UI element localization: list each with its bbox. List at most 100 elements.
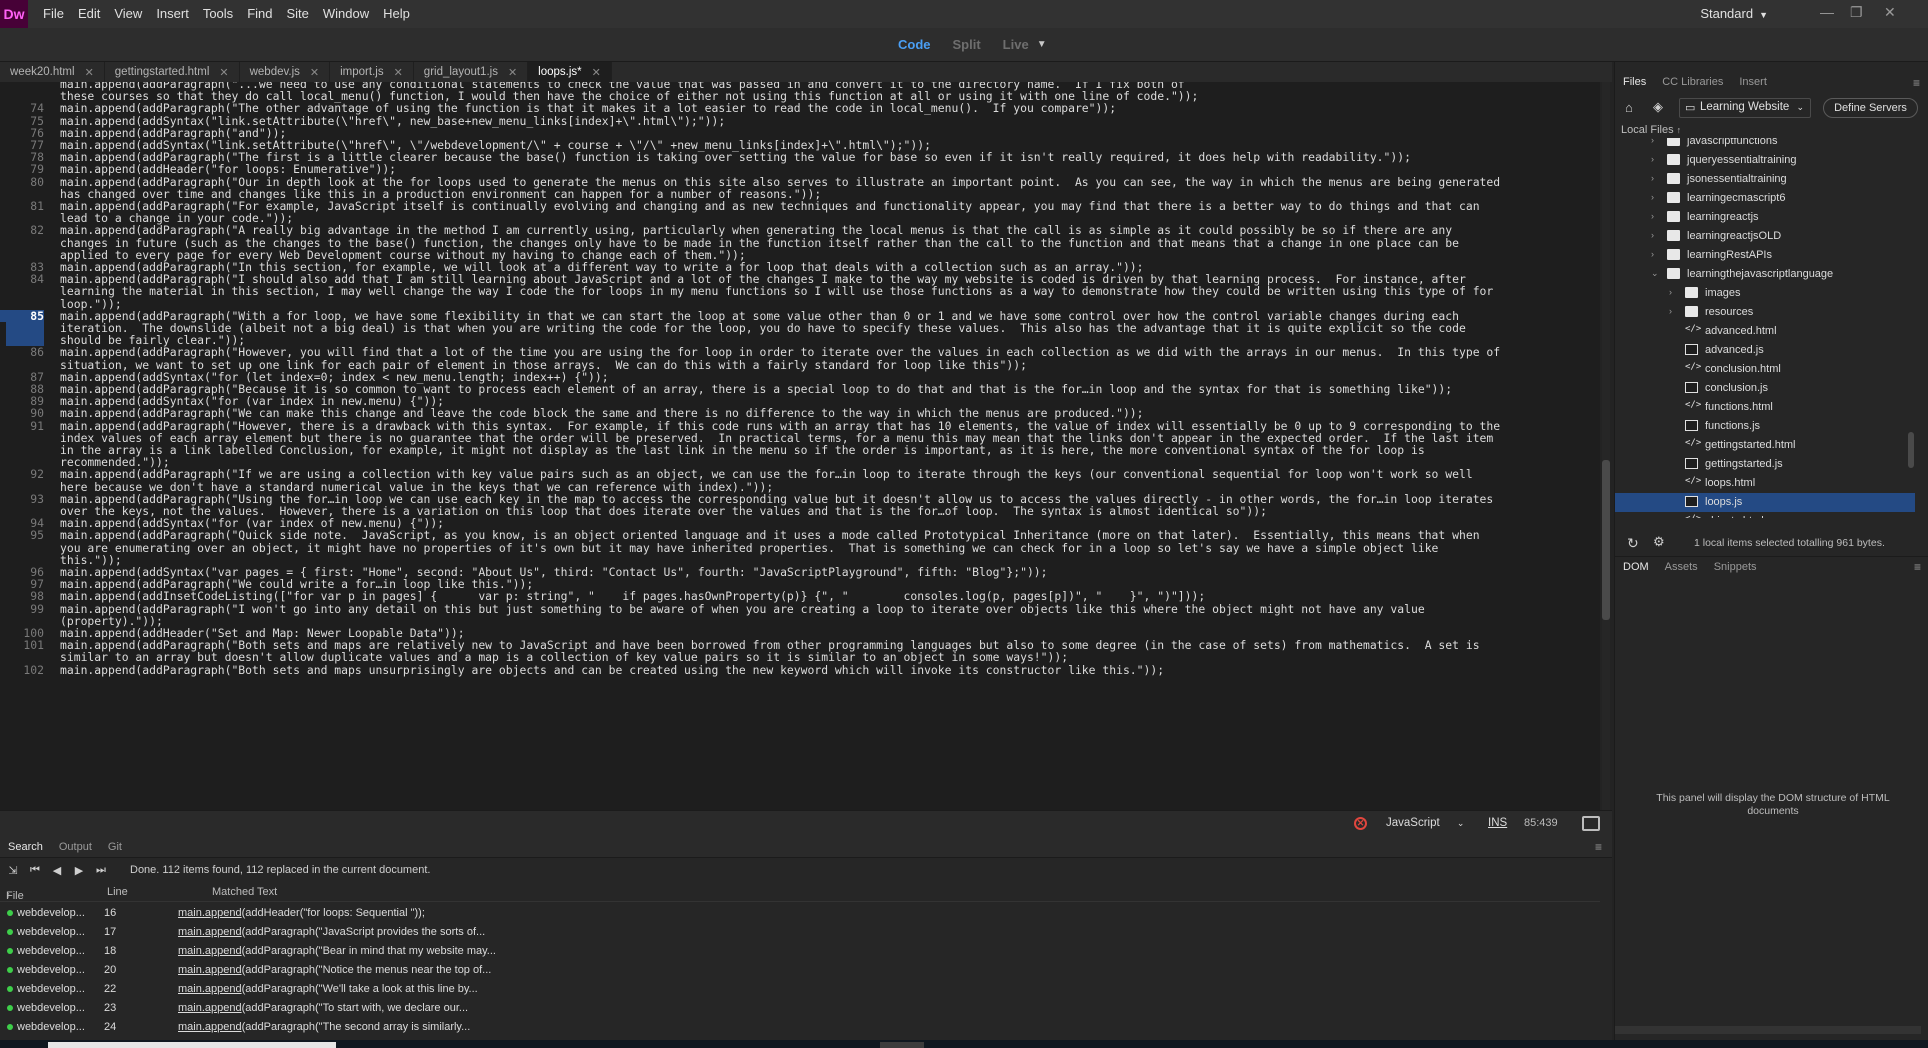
refresh-icon[interactable]: ↻ xyxy=(1627,535,1639,552)
tab-cc-libraries[interactable]: CC Libraries xyxy=(1654,76,1731,88)
tree-item[interactable]: functions.js xyxy=(1615,417,1915,436)
close-tab-icon[interactable]: ✕ xyxy=(508,66,517,79)
chevron-right-icon[interactable]: › xyxy=(1669,287,1672,297)
tree-item[interactable]: › javascriptfunctions xyxy=(1615,138,1915,151)
panel-scrollbar[interactable] xyxy=(1615,1026,1921,1034)
last-result-icon[interactable]: ⏭ xyxy=(92,864,110,877)
tab-snippets[interactable]: Snippets xyxy=(1706,561,1765,573)
prev-result-icon[interactable]: ◀ xyxy=(48,864,66,877)
find-replace-icon[interactable]: ⇲ xyxy=(4,864,22,877)
search-result-row[interactable]: webdevelop... 23 main.append(addParagraph(… xyxy=(0,999,1600,1018)
chevron-down-icon[interactable]: ⌄ xyxy=(1651,268,1659,279)
search-result-row[interactable]: webdevelop... 22 main.append(addParagraph(… xyxy=(0,980,1600,999)
close-tab-icon[interactable]: ✕ xyxy=(592,66,601,79)
tab-output[interactable]: Output xyxy=(51,841,100,853)
search-result-row[interactable]: webdevelop... 20 main.append(addParagraph(… xyxy=(0,961,1600,980)
panel-menu-icon[interactable]: ≡ xyxy=(1595,840,1602,854)
tree-item[interactable]: </> advanced.html xyxy=(1615,322,1915,341)
insert-mode[interactable]: INS xyxy=(1488,817,1507,829)
define-servers-button[interactable]: Define Servers xyxy=(1823,98,1918,118)
tree-item[interactable]: › learningreactjs xyxy=(1615,208,1915,227)
tree-item[interactable]: loops.js xyxy=(1615,493,1915,512)
editor-scroll-thumb[interactable] xyxy=(1602,460,1610,620)
document-tab[interactable]: import.js ✕ xyxy=(330,62,414,82)
restore-icon[interactable]: ❐ xyxy=(1850,4,1863,21)
panel-menu-icon[interactable]: ≡ xyxy=(1914,560,1921,574)
tree-item[interactable]: conclusion.js xyxy=(1615,379,1915,398)
chevron-right-icon[interactable]: › xyxy=(1651,211,1654,221)
tab-dom[interactable]: DOM xyxy=(1615,561,1657,573)
tab-git[interactable]: Git xyxy=(100,841,130,853)
error-icon[interactable]: ✕ xyxy=(1354,817,1367,830)
close-tab-icon[interactable]: ✕ xyxy=(310,66,319,79)
tree-item[interactable]: </> objects.html xyxy=(1615,512,1915,518)
menu-window[interactable]: Window xyxy=(316,0,376,28)
chevron-right-icon[interactable]: › xyxy=(1669,306,1672,316)
close-tab-icon[interactable]: ✕ xyxy=(219,66,228,79)
chevron-right-icon[interactable]: › xyxy=(1651,249,1654,259)
document-tab[interactable]: webdev.js ✕ xyxy=(240,62,331,82)
workspace-switcher[interactable]: Standard ▼ xyxy=(1700,6,1768,21)
editor-scrollbar[interactable] xyxy=(1602,82,1610,810)
chevron-right-icon[interactable]: › xyxy=(1651,192,1654,202)
search-result-row[interactable]: webdevelop... 24 main.append(addParagraph(… xyxy=(0,1018,1600,1037)
tree-item[interactable]: › learningRestAPIs xyxy=(1615,246,1915,265)
close-tab-icon[interactable]: ✕ xyxy=(85,66,94,79)
tree-item[interactable]: › images xyxy=(1615,284,1915,303)
matched-column-header[interactable]: Matched Text xyxy=(212,886,277,898)
menu-help[interactable]: Help xyxy=(376,0,417,28)
document-tab[interactable]: grid_layout1.js ✕ xyxy=(414,62,529,82)
taskbar-item[interactable] xyxy=(880,1042,924,1048)
tab-search[interactable]: Search xyxy=(0,841,51,853)
tree-item[interactable]: </> loops.html xyxy=(1615,474,1915,493)
tab-assets[interactable]: Assets xyxy=(1657,561,1706,573)
chevron-right-icon[interactable]: › xyxy=(1651,173,1654,183)
live-view-button[interactable]: Live xyxy=(1003,37,1029,52)
close-icon[interactable]: ✕ xyxy=(1884,4,1896,21)
tree-item[interactable]: › learningecmascript6 xyxy=(1615,189,1915,208)
local-files-header[interactable]: Local Files ↑ xyxy=(1621,124,1681,136)
tree-item[interactable]: advanced.js xyxy=(1615,341,1915,360)
settings-icon[interactable]: ⚙ xyxy=(1653,534,1665,550)
language-select[interactable]: JavaScript ⌄ xyxy=(1386,817,1464,829)
panel-menu-icon[interactable]: ≡ xyxy=(1913,76,1920,90)
sync-icon[interactable]: ◈ xyxy=(1653,99,1663,115)
menu-view[interactable]: View xyxy=(107,0,149,28)
tree-item[interactable]: › jqueryessentialtraining xyxy=(1615,151,1915,170)
document-tab[interactable]: loops.js* ✕ xyxy=(528,62,612,82)
close-tab-icon[interactable]: ✕ xyxy=(394,66,403,79)
site-select[interactable]: ▭ Learning Website ⌄ xyxy=(1679,98,1811,118)
chevron-right-icon[interactable]: › xyxy=(1651,154,1654,164)
menu-tools[interactable]: Tools xyxy=(196,0,240,28)
tab-insert[interactable]: Insert xyxy=(1731,76,1775,88)
window-size-icon[interactable] xyxy=(1582,816,1600,831)
tree-item[interactable]: </> gettingstarted.html xyxy=(1615,436,1915,455)
file-tree[interactable]: › javascriptfunctions › jqueryessentialtrai… xyxy=(1615,138,1915,518)
tree-item[interactable]: › learningreactjsOLD xyxy=(1615,227,1915,246)
tree-item[interactable]: › resources xyxy=(1615,303,1915,322)
document-tab[interactable]: gettingstarted.html ✕ xyxy=(105,62,240,82)
tree-item[interactable]: </> functions.html xyxy=(1615,398,1915,417)
minimize-icon[interactable]: — xyxy=(1820,4,1834,20)
menu-insert[interactable]: Insert xyxy=(149,0,196,28)
tab-files[interactable]: Files xyxy=(1615,76,1654,88)
first-result-icon[interactable]: ⏮ xyxy=(26,864,44,877)
connect-icon[interactable]: ⌂ xyxy=(1625,100,1633,115)
chevron-right-icon[interactable]: › xyxy=(1651,230,1654,240)
menu-site[interactable]: Site xyxy=(279,0,315,28)
file-tree-scroll-thumb[interactable] xyxy=(1908,432,1914,468)
caret-down-icon[interactable]: ▼ xyxy=(1037,39,1047,52)
tree-item[interactable]: ⌄ learningthejavascriptlanguage xyxy=(1615,265,1915,284)
search-result-row[interactable]: webdevelop... 16 main.append(addHeader("fo… xyxy=(0,904,1600,923)
menu-find[interactable]: Find xyxy=(240,0,279,28)
code-editor[interactable]: main.append(addParagraph("...we need to … xyxy=(0,82,1600,810)
tree-item[interactable]: </> conclusion.html xyxy=(1615,360,1915,379)
line-column-header[interactable]: Line xyxy=(107,886,128,898)
tree-item[interactable]: gettingstarted.js xyxy=(1615,455,1915,474)
menu-edit[interactable]: Edit xyxy=(71,0,107,28)
menu-file[interactable]: File xyxy=(36,0,71,28)
search-result-row[interactable]: webdevelop... 18 main.append(addParagraph(… xyxy=(0,942,1600,961)
split-view-button[interactable]: Split xyxy=(953,37,981,52)
document-tab[interactable]: week20.html ✕ xyxy=(0,62,105,82)
chevron-right-icon[interactable]: › xyxy=(1651,138,1654,145)
